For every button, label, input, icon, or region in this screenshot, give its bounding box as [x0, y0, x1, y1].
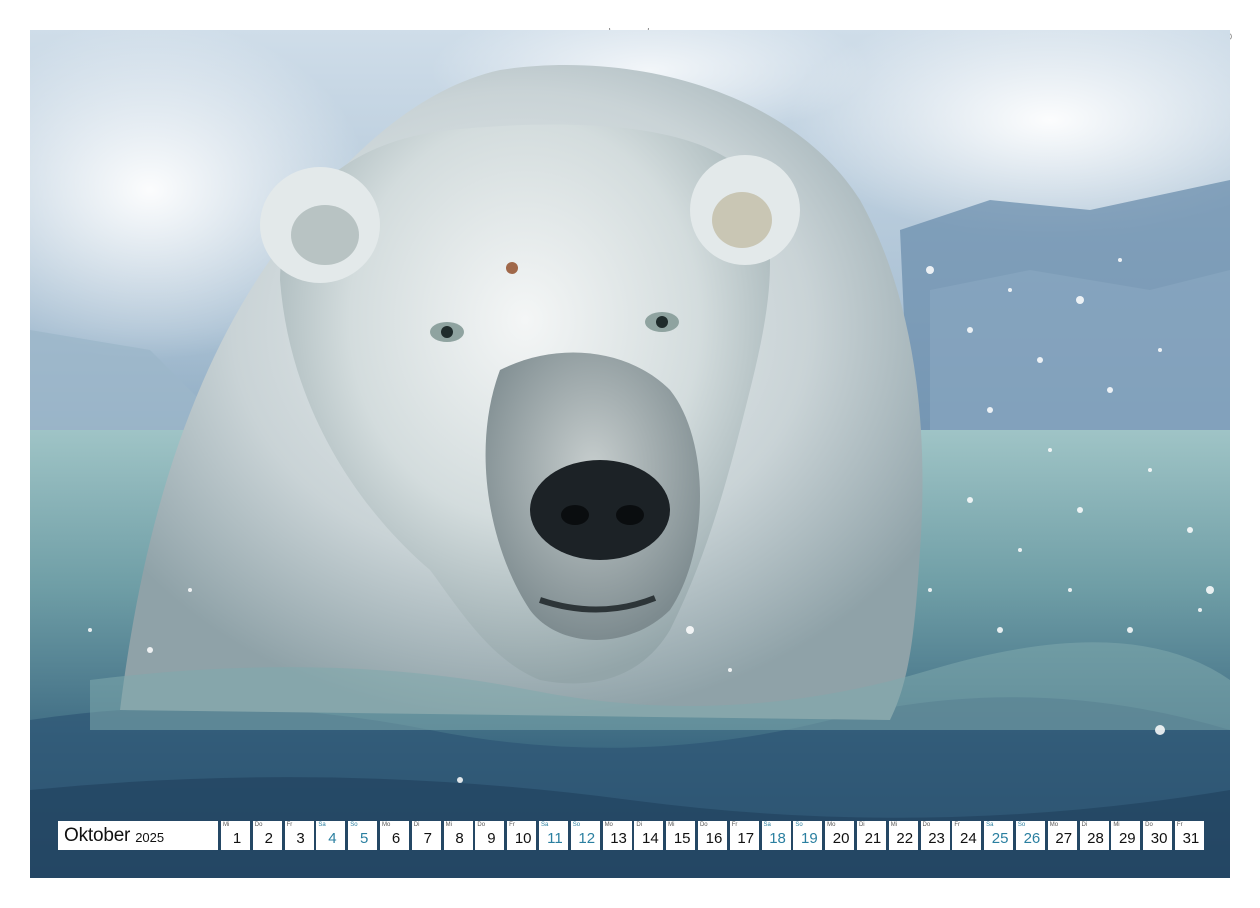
day-cell: Do 30: [1143, 821, 1173, 850]
weekday-label: Di: [1081, 822, 1088, 828]
day-cell: Mo 20: [825, 821, 855, 850]
day-cell: Mi 22: [888, 821, 918, 850]
weekday-label: Fr: [731, 822, 738, 828]
day-number: 8: [455, 830, 464, 847]
day-cell: Mo 27: [1047, 821, 1077, 850]
day-cell: Fr 10: [507, 821, 537, 850]
weekday-label: Di: [636, 822, 643, 828]
day-number: 16: [705, 830, 723, 847]
day-cell: Do 23: [920, 821, 950, 850]
day-cell: Mo 6: [379, 821, 409, 850]
weekday-label: Fr: [954, 822, 960, 828]
day-cell: Di 21: [856, 821, 886, 850]
day-number: 18: [769, 830, 786, 847]
day-cell: Di 14: [634, 821, 664, 850]
day-number: 13: [610, 830, 627, 847]
day-cell: Sa 18: [761, 821, 791, 850]
day-cell: Do 16: [697, 821, 727, 850]
weekday-label: Sa: [986, 822, 994, 828]
day-cell: Di 28: [1079, 821, 1109, 850]
weekday-label: Do: [477, 822, 486, 828]
day-number: 23: [928, 830, 945, 847]
day-number: 22: [896, 830, 914, 847]
day-number: 10: [514, 830, 532, 847]
weekday-label: Mi: [890, 822, 898, 828]
day-number: 29: [1118, 830, 1136, 847]
day-number: 7: [423, 830, 432, 847]
weekday-label: Fr: [286, 822, 293, 828]
weekday-label: Do: [254, 822, 263, 828]
weekday-label: Fr: [509, 822, 515, 828]
day-cell: Di 7: [411, 821, 441, 850]
day-cell: So 19: [793, 821, 823, 850]
day-cell: Mi 8: [443, 821, 473, 850]
weekday-label: Mi: [223, 822, 230, 828]
weekday-label: So: [1017, 822, 1026, 828]
day-cell: Sa 4: [316, 821, 346, 850]
day-cell: Fr 3: [284, 821, 314, 850]
day-cell: Fr 17: [729, 821, 759, 850]
day-number: 21: [864, 830, 882, 847]
day-cell: Fr 24: [952, 821, 982, 850]
day-cell: Fr 31: [1174, 821, 1204, 850]
day-cell: So 5: [348, 821, 378, 850]
weekday-label: Mo: [604, 822, 613, 828]
day-number: 2: [264, 830, 273, 847]
day-number: 11: [547, 830, 563, 847]
day-cell: Do 9: [475, 821, 505, 850]
day-number: 3: [296, 830, 305, 847]
weekday-label: So: [795, 822, 803, 828]
weekday-label: Do: [1145, 822, 1153, 828]
day-number: 17: [737, 830, 755, 847]
day-number: 5: [360, 830, 369, 847]
day-number: 30: [1150, 830, 1168, 847]
month-name: Oktober: [64, 824, 131, 846]
day-number: 25: [991, 830, 1009, 847]
day-cell: Do 2: [252, 821, 282, 850]
day-cell: Sa 25: [984, 821, 1014, 850]
weekday-label: Sa: [540, 822, 549, 828]
weekday-label: Fr: [1176, 822, 1183, 828]
day-number: 1: [232, 830, 242, 847]
weekday-label: Mi: [445, 822, 452, 828]
day-cell: Mo 13: [602, 821, 632, 850]
weekday-label: Di: [413, 822, 420, 828]
polar-bear-photo: [30, 30, 1230, 878]
day-cell: So 12: [570, 821, 600, 850]
day-number: 12: [578, 830, 596, 847]
day-number: 20: [832, 830, 850, 847]
day-cell: Sa 11: [538, 821, 568, 850]
calendar-strip: Oktober 2025 Mi 1 Do 2 Fr 3 Sa 4 So 5 Mo 6 Di 7 Mi 8 Do 9…: [58, 821, 1207, 850]
day-number: 26: [1023, 830, 1041, 847]
day-cell: Mi 1: [221, 821, 250, 850]
day-number: 28: [1087, 830, 1104, 847]
weekday-label: Sa: [763, 822, 771, 828]
weekday-label: Mi: [1113, 822, 1120, 828]
day-number: 9: [487, 830, 496, 847]
weekday-label: Mo: [381, 822, 391, 828]
weekday-label: Mo: [827, 822, 836, 828]
day-number: 6: [391, 830, 401, 847]
day-number: 15: [673, 830, 691, 847]
month-year: 2025: [135, 829, 165, 845]
day-number: 19: [801, 830, 818, 847]
weekday-label: Sa: [318, 822, 326, 828]
weekday-label: Do: [922, 822, 931, 828]
weekday-label: Do: [699, 822, 708, 828]
weekday-label: Di: [858, 822, 865, 828]
day-number: 27: [1055, 830, 1073, 847]
day-cell: Mi 29: [1111, 821, 1141, 850]
day-cell: So 26: [1015, 821, 1045, 850]
weekday-label: Mi: [668, 822, 675, 828]
weekday-label: So: [572, 822, 581, 828]
day-number: 4: [328, 830, 337, 847]
month-label: Oktober 2025: [58, 821, 218, 850]
day-number: 24: [959, 830, 977, 847]
day-number: 14: [642, 830, 659, 847]
day-cells: Mi 1 Do 2 Fr 3 Sa 4 So 5 Mo 6 Di 7 Mi 8 Do 9 Fr 10 Sa 11 So 12 M…: [221, 821, 1207, 850]
day-number: 31: [1182, 830, 1200, 847]
day-cell: Mi 15: [666, 821, 696, 850]
weekday-label: So: [350, 822, 358, 828]
weekday-label: Mo: [1049, 822, 1059, 828]
